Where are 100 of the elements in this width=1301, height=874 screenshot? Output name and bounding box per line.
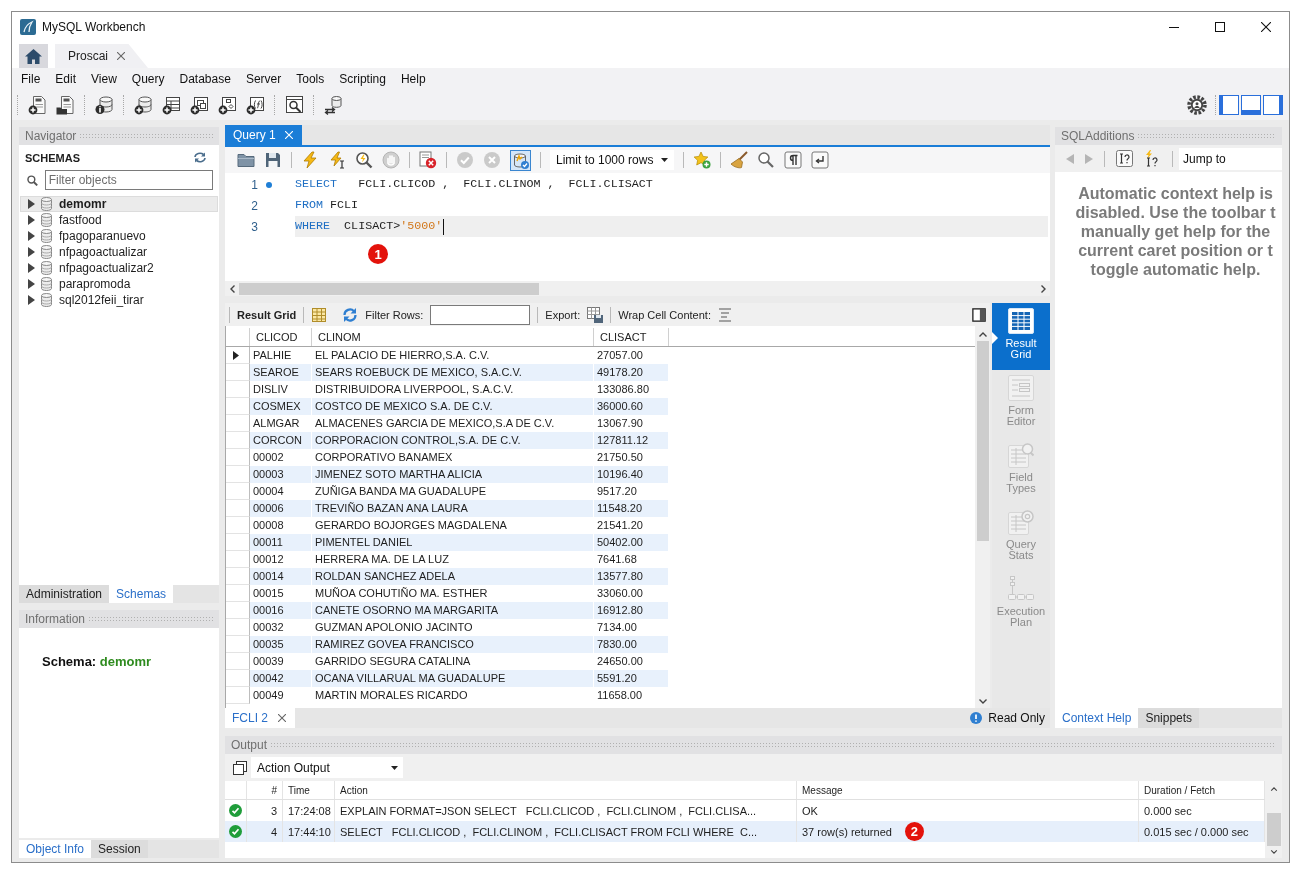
pilcrow-icon[interactable] [784,151,802,169]
auto-commit-toggle[interactable] [510,149,531,171]
table-cell: 0.015 sec / 0.000 sec [1139,821,1265,842]
menu-item[interactable]: Tools [296,72,325,86]
settings-icon[interactable] [1187,95,1207,115]
maximize-icon[interactable] [1215,22,1225,32]
panel-bottom-icon[interactable] [1241,95,1261,115]
table-cell: 00014 [250,568,312,585]
menu-item[interactable]: File [21,72,41,86]
database-arrows-icon[interactable] [324,95,343,115]
refresh-icon[interactable] [342,306,359,323]
copy-icon[interactable] [233,760,247,775]
schema-item[interactable]: fastfood [20,212,218,228]
save-icon[interactable] [264,151,282,169]
sql-file-folder-icon[interactable] [56,95,75,115]
lightning-cursor-icon[interactable] [328,151,346,169]
shapes-plus-icon[interactable] [218,95,237,115]
grid-view-icon [1008,308,1034,334]
database-icon [41,229,52,243]
caret-right-icon[interactable] [28,279,35,289]
schema-item[interactable]: demomr [20,196,218,212]
panel-tab[interactable]: Snippets [1138,708,1200,728]
vertical-scrollbar[interactable] [1265,781,1282,858]
sql-editor[interactable]: 1 SELECT FCLI.CLICOD , FCLI.CLINOM , FCLI.CLISACT 2 FROM FCLI 3 WHERE CLISACT>'5000' 1 [225,173,1050,281]
panel-tab[interactable]: Schemas [109,585,174,603]
scrollbar-thumb[interactable] [239,282,539,295]
menu-item[interactable]: Database [179,72,231,86]
caret-right-icon[interactable] [28,199,35,209]
caret-right-icon[interactable] [28,263,35,273]
panel-toggle-icon[interactable] [972,307,986,322]
result-tab[interactable]: FCLI 2 [225,708,295,728]
panel-tab[interactable]: Session [91,840,148,858]
caret-right-icon[interactable] [28,295,35,305]
menu-item[interactable]: Edit [55,72,77,86]
table-cell: 13577.80 [594,568,669,585]
refresh-icon[interactable] [194,152,206,163]
schema-item[interactable]: sql2012feii_tirar [20,292,218,308]
windows-plus-icon[interactable] [190,95,209,115]
function-plus-icon[interactable] [246,95,265,115]
schema-item[interactable]: parapromoda [20,276,218,292]
context-help-icon[interactable] [1116,150,1133,167]
minimize-icon[interactable] [1169,26,1179,28]
column-header[interactable]: CLISACT [594,328,669,346]
connection-tab[interactable]: Proscai [55,44,148,68]
scroll-left-icon[interactable] [230,284,235,293]
sidebar-left-icon[interactable] [1219,95,1239,115]
scroll-right-icon[interactable] [1041,284,1046,293]
wrap-icon[interactable] [811,151,829,169]
magnifier-bolt-icon[interactable] [355,151,373,169]
table-plus-icon[interactable] [162,95,181,115]
row-header[interactable] [226,347,250,364]
table-search-icon[interactable] [285,95,304,115]
caret-right-icon[interactable] [28,247,35,257]
folder-icon[interactable] [237,151,255,169]
schema-item[interactable]: nfpagoactualizar [20,244,218,260]
auto-help-icon[interactable] [1144,150,1161,167]
stats-view-icon [1008,509,1034,535]
output-type-dropdown[interactable]: Action Output [251,757,403,778]
filter-rows-field[interactable] [430,304,531,325]
column-header[interactable]: CLICOD [250,328,312,346]
jump-to-field[interactable]: Jump to [1179,147,1282,170]
document-stop-icon[interactable] [419,151,437,169]
menu-item[interactable]: Server [245,72,282,86]
sidebar-right-icon[interactable] [1263,95,1283,115]
horizontal-scrollbar[interactable] [225,281,1050,296]
column-header[interactable]: CLINOM [312,328,594,346]
broom-icon[interactable] [730,151,748,169]
close-icon[interactable] [1261,22,1271,32]
caret-right-icon[interactable] [28,215,35,225]
caret-right-icon[interactable] [28,231,35,241]
scroll-up-icon[interactable] [978,332,987,337]
filter-field[interactable]: Filter objects [44,170,213,190]
scroll-down-icon[interactable] [978,699,987,704]
home-tab[interactable] [19,44,48,68]
table-save-icon[interactable] [587,306,604,323]
scroll-up-icon[interactable] [1269,787,1278,791]
database-info-icon[interactable] [95,95,114,115]
scroll-down-icon[interactable] [1269,850,1278,854]
search-icon[interactable] [757,151,775,169]
star-plus-icon[interactable] [693,151,711,169]
scrollbar-thumb[interactable] [1266,813,1281,846]
menu-item[interactable]: Scripting [339,72,386,86]
database-plus-icon[interactable] [134,95,153,115]
scrollbar-thumb[interactable] [976,341,989,541]
menu-item[interactable]: Help [400,72,426,86]
lightning-icon[interactable] [301,151,319,169]
limit-dropdown[interactable]: Limit to 1000 rows [550,150,674,170]
panel-tab[interactable]: Context Help [1055,708,1139,728]
menu-item[interactable]: Query [131,72,165,86]
menu-item[interactable]: View [91,72,117,86]
query-tab[interactable]: Query 1 [225,125,302,145]
schema-item[interactable]: nfpagoactualizar2 [20,260,218,276]
result-view-tab[interactable]: Result Grid [992,303,1050,370]
vertical-scrollbar[interactable] [975,326,990,708]
columns-icon[interactable] [311,306,328,323]
sql-file-plus-icon[interactable] [28,95,47,115]
panel-tab[interactable]: Object Info [19,840,92,858]
schema-item[interactable]: fpagoparanuevo [20,228,218,244]
table-cell: 00035 [250,636,312,653]
panel-tab[interactable]: Administration [19,585,110,603]
